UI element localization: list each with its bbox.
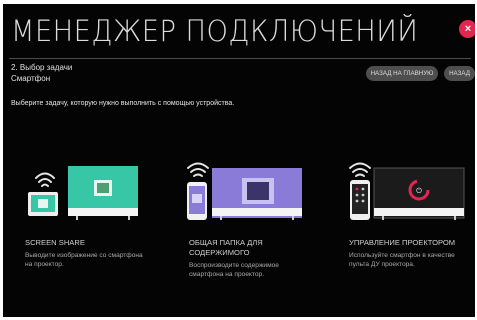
task-title: УПРАВЛЕНИЕ ПРОЕКТОРОМ [349,238,456,247]
wifi-icon [349,162,371,177]
task-title: SCREEN SHARE [25,238,85,247]
connection-manager-screen: МЕНЕДЖЕР ПОДКЛЮЧЕНИЙ × 2. Выбор задачи С… [3,4,475,317]
task-shared-folder[interactable]: ОБЩАЯ ПАПКА ДЛЯ СОДЕРЖИМОГО Воспроизводи… [184,156,319,306]
task-screen-share[interactable]: SCREEN SHARE Выводите изображение со сма… [20,156,155,306]
close-button[interactable]: × [459,20,475,38]
task-description: Выводите изображение со смартфона на про… [25,252,143,268]
task-description: Используйте смартфон в качестве пульта Д… [349,252,455,268]
step-label: 2. Выбор задачи [11,63,73,72]
task-description: Воспроизводите содержимое смартфона на п… [189,262,279,278]
back-to-home-button[interactable]: НАЗАД НА ГЛАВНУЮ [366,66,438,81]
wifi-icon [187,162,209,177]
instruction-text: Выберите задачу, которую нужно выполнить… [11,100,235,107]
back-button[interactable]: НАЗАД [444,66,475,81]
task-projector-control[interactable]: ⏻ УПРАВЛЕНИЕ ПРОЕКТОРОМ Используйте смар… [344,156,475,306]
close-icon: × [464,23,472,35]
page-title: МЕНЕДЖЕР ПОДКЛЮЧЕНИЙ [11,14,419,48]
screen-share-icon [28,166,138,220]
shared-folder-icon [187,162,302,220]
projector-control-icon: ⏻ [349,162,465,220]
device-label: Смартфон [11,74,51,83]
title-divider [9,58,471,59]
svg-text:⏻: ⏻ [416,187,422,195]
task-title: ОБЩАЯ ПАПКА ДЛЯ СОДЕРЖИМОГО [189,238,263,257]
wifi-icon [35,172,55,187]
